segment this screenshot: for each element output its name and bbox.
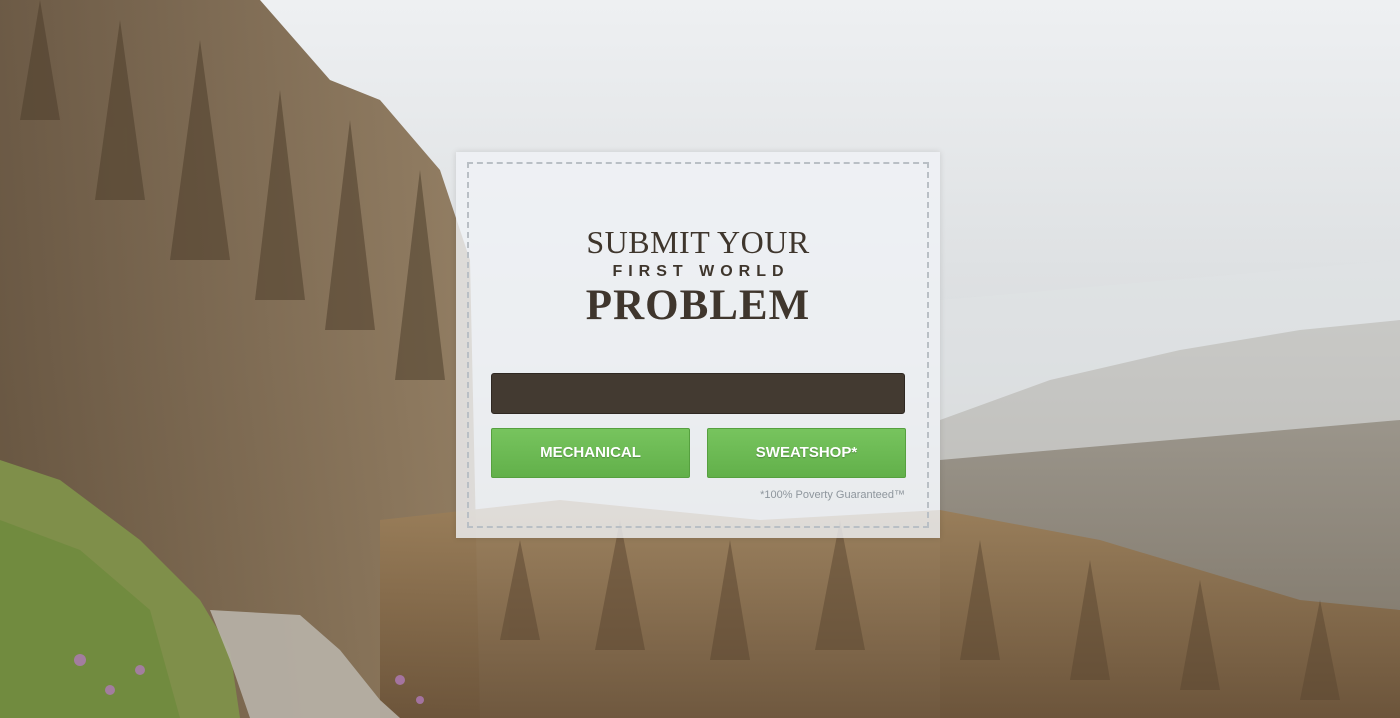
problem-input[interactable] — [491, 373, 905, 414]
title-submit-your: SUBMIT YOUR — [586, 224, 810, 260]
sweatshop-button[interactable]: SWEATSHOP* — [707, 428, 906, 478]
card-title: SUBMIT YOUR FIRST WORLD PROBLEM — [456, 224, 940, 330]
title-first-world: FIRST WORLD — [612, 263, 790, 280]
mechanical-button[interactable]: MECHANICAL — [491, 428, 690, 478]
poverty-footnote: *100% Poverty Guaranteed™ — [760, 489, 905, 501]
title-problem: PROBLEM — [585, 282, 811, 329]
submit-problem-card: SUBMIT YOUR FIRST WORLD PROBLEM MECHANIC… — [456, 152, 940, 538]
page-background: SUBMIT YOUR FIRST WORLD PROBLEM MECHANIC… — [0, 0, 1400, 718]
